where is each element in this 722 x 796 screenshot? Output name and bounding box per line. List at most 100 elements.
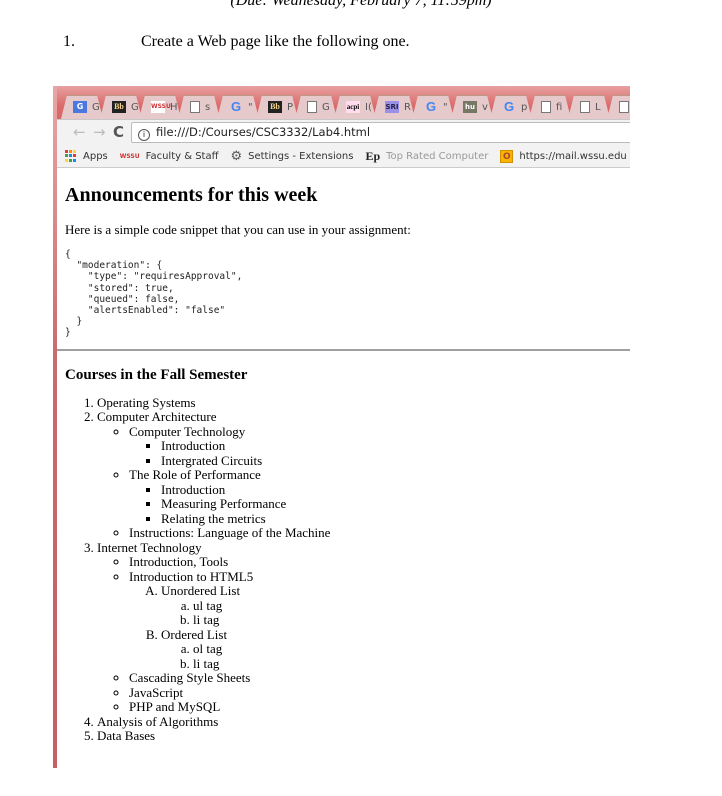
course-item-label: Computer Technology <box>129 423 246 439</box>
google-icon: G <box>503 99 515 114</box>
course-item-label: Computer Architecture <box>97 409 217 425</box>
course-item-label: Operating Systems <box>97 394 196 410</box>
browser-tab[interactable]: G " <box>412 95 454 119</box>
bookmark-apps[interactable]: Apps <box>65 150 108 162</box>
course-sublist: Operating SystemsComputer ArchitectureCo… <box>65 394 630 744</box>
course-item: Unordered Listul tagli tag <box>161 583 630 628</box>
course-item: Computer ArchitectureComputer Technology… <box>97 409 630 541</box>
tab-title: H <box>170 101 178 113</box>
page-icon <box>619 101 629 113</box>
course-sublist: ol tagli tag <box>161 641 630 671</box>
tab-title: R <box>404 101 411 113</box>
step-text: Create a Web page like the following one… <box>141 33 410 50</box>
course-item: JavaScript <box>129 684 630 701</box>
course-item: Measuring Performance <box>161 496 630 512</box>
bookmarks-bar: Apps WSSU Faculty & Staff ⚙ Settings - E… <box>53 145 630 168</box>
tab-title: v <box>482 101 488 113</box>
course-item-label: ul tag <box>193 597 223 613</box>
browser-tab[interactable]: GG <box>61 95 103 119</box>
browser-tab[interactable]: G <box>295 95 337 119</box>
course-item: ol tag <box>193 641 630 657</box>
tab-title: " <box>443 101 448 113</box>
blackboard-icon: Bb <box>268 101 282 113</box>
tab-title: G <box>92 101 100 113</box>
course-item: ul tag <box>193 597 630 614</box>
course-item-label: li tag <box>193 612 220 628</box>
google-icon: G <box>425 99 437 114</box>
tabs: GGBbGWSSUHsG"BbPGacpiI(SRIRG"huvGpfiLL <box>61 95 630 119</box>
blackboard-icon: Bb <box>112 101 126 113</box>
course-item: Ordered Listol tagli tag <box>161 626 630 672</box>
browser-tab[interactable]: Gp <box>490 95 532 119</box>
browser-tab[interactable]: G " <box>217 95 259 119</box>
tab-strip: GGBbGWSSUHsG"BbPGacpiI(SRIRG"huvGpfiLL <box>53 86 630 119</box>
browser-tab[interactable]: WSSU H <box>139 95 181 119</box>
course-list: Operating SystemsComputer ArchitectureCo… <box>65 394 630 744</box>
browser-tab[interactable]: fi <box>529 95 571 119</box>
gear-icon: ⚙ <box>230 148 243 164</box>
course-item-label: ol tag <box>193 641 223 657</box>
browser-toolbar: ← → C i file:///D:/Courses/CSC3332/Lab4.h… <box>53 119 630 145</box>
course-item: Instructions: Language of the Machine <box>129 525 630 541</box>
browser-tab[interactable]: Bb G <box>100 95 142 119</box>
course-item-label: Ordered List <box>161 626 228 642</box>
window-left-edge <box>53 86 57 768</box>
course-item: Introduction <box>161 438 630 454</box>
outlook-icon: O <box>500 149 514 163</box>
course-item: Introduction <box>161 481 630 498</box>
apps-grid-icon <box>65 150 77 162</box>
browser-tab[interactable]: SRI R <box>373 95 415 119</box>
course-item: li tag <box>193 612 630 628</box>
course-item-label: Instructions: Language of the Machine <box>129 525 331 541</box>
page-icon <box>190 101 200 113</box>
course-sublist: ul tagli tag <box>161 597 630 628</box>
tab-title: I( <box>365 101 372 113</box>
ep-icon: Ep <box>365 148 381 163</box>
course-sublist: Introduction, ToolsIntroduction to HTML5… <box>97 554 630 715</box>
browser-screenshot: GGBbGWSSUHsG"BbPGacpiI(SRIRG"huvGpfiLL ←… <box>53 86 630 768</box>
page-icon <box>307 101 317 113</box>
course-item: Internet TechnologyIntroduction, ToolsIn… <box>97 540 630 715</box>
acpi-icon: acpi <box>346 101 360 113</box>
tab-title: " <box>248 101 253 113</box>
reload-button[interactable]: C <box>113 124 124 140</box>
browser-tab[interactable]: hu v <box>451 95 493 119</box>
course-item-label: Analysis of Algorithms <box>97 713 219 729</box>
course-item-label: Introduction <box>161 481 226 497</box>
forward-button[interactable]: → <box>93 124 106 140</box>
page-content: Announcements for this week Here is a si… <box>53 168 630 744</box>
google-icon: G <box>230 99 242 114</box>
course-item-label: Intergrated Circuits <box>161 452 263 468</box>
browser-tab[interactable]: Bb P <box>256 95 298 119</box>
bookmark-top-rated-computer[interactable]: Ep Top Rated Computer <box>365 149 488 164</box>
address-bar[interactable]: i file:///D:/Courses/CSC3332/Lab4.html <box>131 122 630 143</box>
hu-icon: hu <box>463 101 477 113</box>
divider <box>53 348 630 351</box>
tab-title: s <box>205 101 211 113</box>
intro-text: Here is a simple code snippet that you c… <box>65 222 411 237</box>
info-icon[interactable]: i <box>138 129 150 141</box>
course-item-label: Introduction <box>161 438 226 454</box>
tab-title: p <box>521 101 528 113</box>
browser-tab[interactable]: L <box>607 95 630 119</box>
course-item-label: li tag <box>193 655 220 671</box>
course-sublist: Unordered Listul tagli tagOrdered Listol… <box>129 583 630 672</box>
back-button[interactable]: ← <box>73 124 86 140</box>
browser-tab[interactable]: acpi I( <box>334 95 376 119</box>
course-item: Data Bases <box>97 728 630 744</box>
tab-title: P <box>287 101 294 113</box>
course-item-label: JavaScript <box>129 684 184 700</box>
course-item: Computer TechnologyIntroductionIntergrat… <box>129 423 630 469</box>
course-item: Introduction, Tools <box>129 554 630 570</box>
course-item: Analysis of Algorithms <box>97 713 630 730</box>
course-item: The Role of PerformanceIntroductionMeasu… <box>129 467 630 526</box>
course-item-label: PHP and MySQL <box>129 699 221 715</box>
bookmark-faculty-staff[interactable]: WSSU Faculty & Staff <box>120 151 219 162</box>
bookmark-settings-extensions[interactable]: ⚙ Settings - Extensions <box>230 149 353 164</box>
wssu-icon: WSSU <box>119 152 140 160</box>
browser-tab[interactable]: s <box>178 95 220 119</box>
browser-tab[interactable]: L <box>568 95 610 119</box>
course-item: Operating Systems <box>97 394 630 411</box>
course-item-label: The Role of Performance <box>129 467 261 483</box>
bookmark-mail-wssu[interactable]: O https://mail.wssu.edu <box>500 149 627 163</box>
